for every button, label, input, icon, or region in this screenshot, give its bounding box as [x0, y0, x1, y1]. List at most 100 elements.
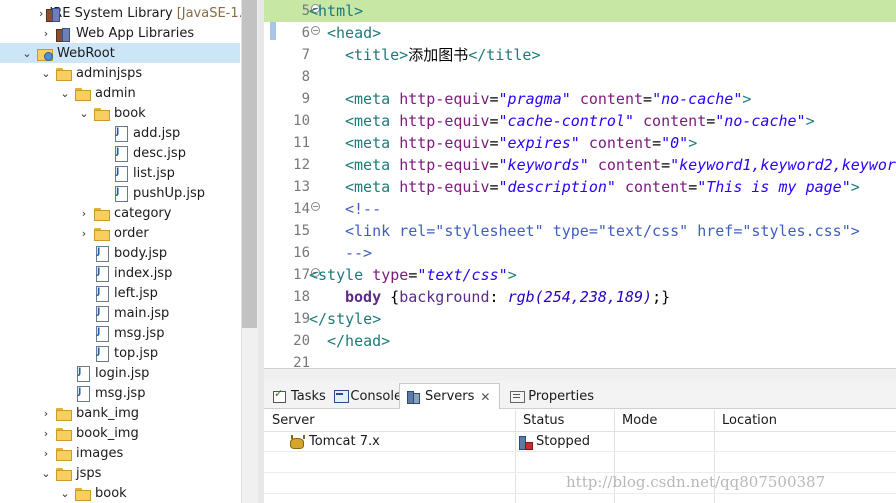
- tree-item-msg-jsp[interactable]: msg.jsp: [0, 323, 240, 343]
- tree-item-adminjsps[interactable]: ⌄ adminjsps: [0, 63, 240, 83]
- tree-item-main-jsp[interactable]: main.jsp: [0, 303, 240, 323]
- close-tab-icon[interactable]: ✕: [480, 390, 490, 404]
- collapsed-chevron-icon[interactable]: ›: [39, 427, 53, 440]
- collapsed-chevron-icon[interactable]: ›: [39, 407, 53, 420]
- tree-item-list-jsp[interactable]: list.jsp: [0, 163, 240, 183]
- server-cell: Tomcat 7.x: [288, 432, 380, 452]
- code-line[interactable]: 21: [264, 352, 896, 368]
- collapsed-chevron-icon[interactable]: ›: [39, 27, 53, 40]
- tree-item-book[interactable]: ⌄ book: [0, 483, 240, 503]
- code-line[interactable]: 9 <meta http-equiv="pragma" content="no-c…: [264, 88, 896, 110]
- expanded-chevron-icon[interactable]: ⌄: [77, 107, 91, 120]
- tree-item-body-jsp[interactable]: body.jsp: [0, 243, 240, 263]
- code-token-txt: =: [489, 112, 499, 130]
- code-line[interactable]: 6− <head>: [264, 22, 896, 44]
- explorer-scrollbar-thumb[interactable]: [242, 0, 257, 328]
- tree-item-jre-system-library[interactable]: › JRE System Library [JavaSE-1.7]: [0, 3, 256, 23]
- code-text: </head>: [327, 330, 390, 352]
- column-header-mode[interactable]: Mode: [614, 410, 657, 432]
- collapsed-chevron-icon[interactable]: ›: [39, 7, 43, 20]
- tree-item-web-app-libraries[interactable]: › Web App Libraries: [0, 23, 240, 43]
- column-header-server[interactable]: Server: [264, 410, 315, 432]
- line-number: 15: [293, 223, 310, 239]
- collapsed-chevron-icon[interactable]: ›: [77, 207, 91, 220]
- code-line[interactable]: 16 -->: [264, 242, 896, 264]
- collapsed-chevron-icon[interactable]: ›: [77, 227, 91, 240]
- tree-item-admin[interactable]: ⌄ admin: [0, 83, 240, 103]
- folder-icon: [55, 446, 72, 461]
- tree-item-label: body.jsp: [114, 245, 168, 261]
- tree-item-webroot[interactable]: ⌄ WebRoot: [0, 43, 240, 63]
- code-token-tag: <meta: [345, 156, 400, 174]
- line-number: 9: [301, 91, 310, 107]
- tree-item-pushup-jsp[interactable]: pushUp.jsp: [0, 183, 240, 203]
- server-name: Tomcat 7.x: [309, 434, 380, 449]
- expanded-chevron-icon[interactable]: ⌄: [58, 87, 72, 100]
- line-number: 8: [301, 69, 310, 85]
- tree-item-top-jsp[interactable]: top.jsp: [0, 343, 240, 363]
- tree-item-order[interactable]: › order: [0, 223, 240, 243]
- code-line[interactable]: 19 </style>: [264, 308, 896, 330]
- code-editor[interactable]: 5− <html> 6− <head> 7 <title>添加图书</title> 8 9 <m…: [264, 0, 896, 368]
- fold-toggle-icon[interactable]: −: [311, 26, 320, 35]
- tree-item-add-jsp[interactable]: add.jsp: [0, 123, 240, 143]
- tree-item-msg-jsp[interactable]: msg.jsp: [0, 383, 240, 403]
- tree-item-left-jsp[interactable]: left.jsp: [0, 283, 240, 303]
- code-line[interactable]: 12 <meta http-equiv="keywords" content="k…: [264, 154, 896, 176]
- tab-properties[interactable]: Properties: [504, 383, 594, 409]
- tab-console[interactable]: Console: [328, 383, 402, 409]
- folder-icon: [93, 226, 110, 241]
- line-number: 13: [293, 179, 310, 195]
- code-line[interactable]: 20 </head>: [264, 330, 896, 352]
- code-line[interactable]: 13 <meta http-equiv="description" content…: [264, 176, 896, 198]
- code-text: <link rel="stylesheet" type="text/css" h…: [345, 220, 860, 242]
- code-line[interactable]: 14− <!--: [264, 198, 896, 220]
- code-token-cmt: -->: [345, 244, 373, 262]
- tree-item-label: jsps: [76, 465, 102, 481]
- code-token-tag: </head>: [327, 332, 391, 350]
- code-line[interactable]: 7 <title>添加图书</title>: [264, 44, 896, 66]
- tree-item-category[interactable]: › category: [0, 203, 240, 223]
- servers-table-header: Server Status Mode Location: [264, 410, 896, 432]
- code-line[interactable]: 17− <style type="text/css">: [264, 264, 896, 286]
- code-token-val: "text/css": [417, 266, 508, 284]
- code-line[interactable]: 10 <meta http-equiv="cache-control" conte…: [264, 110, 896, 132]
- tab-tasks[interactable]: Tasks: [266, 383, 326, 409]
- tree-item-label: login.jsp: [95, 365, 150, 381]
- jsp-file-icon: [112, 185, 129, 202]
- tab-label: Console: [350, 388, 402, 404]
- column-header-status[interactable]: Status: [515, 410, 564, 432]
- server-row[interactable]: Tomcat 7.x Stopped: [264, 432, 896, 452]
- tree-item-label: images: [76, 445, 124, 461]
- code-token-cmt: <link rel="stylesheet" type="text/css" h…: [345, 222, 860, 240]
- tree-item-bank-img[interactable]: › bank_img: [0, 403, 240, 423]
- editor-panel-splitter[interactable]: [264, 368, 896, 381]
- code-line[interactable]: 8: [264, 66, 896, 88]
- code-line[interactable]: 15 <link rel="stylesheet" type="text/css"…: [264, 220, 896, 242]
- tasks-icon: [272, 387, 286, 403]
- code-token-sel: body: [345, 288, 382, 306]
- expanded-chevron-icon[interactable]: ⌄: [39, 67, 53, 80]
- expanded-chevron-icon[interactable]: ⌄: [58, 487, 72, 500]
- tree-item-index-jsp[interactable]: index.jsp: [0, 263, 240, 283]
- code-line[interactable]: 18 body {background: rgb(254,238,189);}: [264, 286, 896, 308]
- code-token-val: "keyword1,keyword2,keyword3": [670, 156, 896, 174]
- code-line[interactable]: 5− <html>: [264, 0, 896, 22]
- code-token-tag: >: [805, 112, 815, 130]
- tree-item-book[interactable]: ⌄ book: [0, 103, 240, 123]
- tree-item-images[interactable]: › images: [0, 443, 240, 463]
- tree-item-book-img[interactable]: › book_img: [0, 423, 240, 443]
- collapsed-chevron-icon[interactable]: ›: [39, 447, 53, 460]
- tree-item-desc-jsp[interactable]: desc.jsp: [0, 143, 240, 163]
- tree-item-login-jsp[interactable]: login.jsp: [0, 363, 240, 383]
- tree-item-jsps[interactable]: ⌄ jsps: [0, 463, 240, 483]
- code-text: </style>: [309, 308, 381, 330]
- tree-item-label: list.jsp: [133, 165, 175, 181]
- expanded-chevron-icon[interactable]: ⌄: [39, 467, 53, 480]
- column-header-location[interactable]: Location: [714, 410, 777, 432]
- fold-toggle-icon[interactable]: −: [311, 202, 320, 211]
- expanded-chevron-icon[interactable]: ⌄: [20, 47, 34, 60]
- tab-servers[interactable]: Servers ✕: [399, 383, 500, 409]
- code-line[interactable]: 11 <meta http-equiv="expires" content="0"…: [264, 132, 896, 154]
